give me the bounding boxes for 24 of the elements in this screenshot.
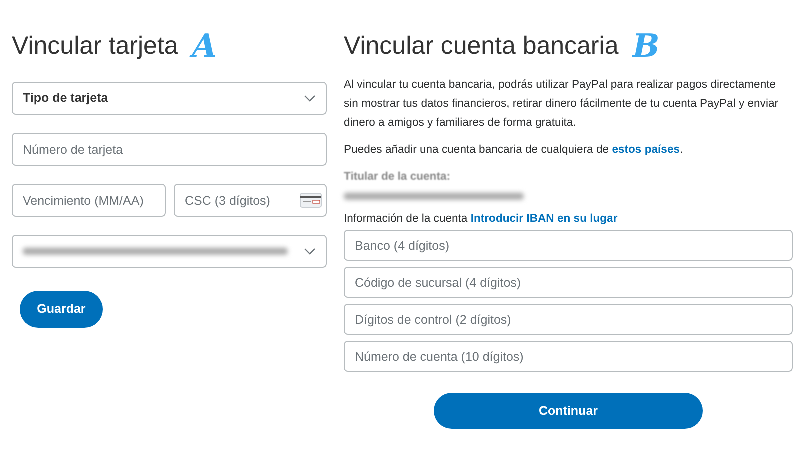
address-select[interactable] (12, 235, 327, 268)
card-back-icon (300, 193, 322, 208)
bank-input-field[interactable]: Número de cuenta (10 dígitos) (344, 341, 793, 372)
bank-input-field[interactable]: Dígitos de control (2 dígitos) (344, 304, 793, 335)
expiry-field[interactable]: Vencimiento (MM/AA) (12, 184, 166, 217)
chevron-icon (304, 94, 316, 102)
csc-field[interactable]: CSC (3 dígitos) (174, 184, 327, 217)
iban-link[interactable]: Introducir IBAN en su lugar (470, 213, 618, 225)
holder-label: Titular de la cuenta: (344, 170, 452, 185)
card-type-select[interactable]: Tipo de tarjeta (12, 82, 327, 115)
bank-input-field[interactable]: Código de sucursal (4 dígitos) (344, 267, 793, 298)
annotation-letter: B (632, 30, 660, 62)
annotation-letter: A (192, 30, 218, 62)
countries-note: Puedes añadir una cuenta bancaria de cualquiera de estos países. (344, 143, 684, 158)
intro-paragraph: Al vincular tu cuenta bancaria, podrás utilizar PayPal para realizar pagos directamente sin mostrar tus datos financieros, retirar dinero fácilmente de tu cuenta PayPal y enviar dinero a amigos y familiares de forma gratuita. (344, 78, 780, 131)
save-button[interactable]: Guardar (20, 291, 103, 328)
page-title: Vincular cuenta bancaria (344, 31, 619, 61)
card-number-field[interactable]: Número de tarjeta (12, 133, 327, 166)
continue-button[interactable]: Continuar (434, 393, 703, 429)
account-info-line: Información de la cuenta Introducir IBAN en su lugar (344, 212, 619, 227)
chevron-icon (304, 248, 316, 256)
countries-link[interactable]: estos países (612, 144, 680, 156)
page-title: Vincular tarjeta (12, 31, 178, 61)
bank-input-field[interactable]: Banco (4 dígitos) (344, 230, 793, 261)
